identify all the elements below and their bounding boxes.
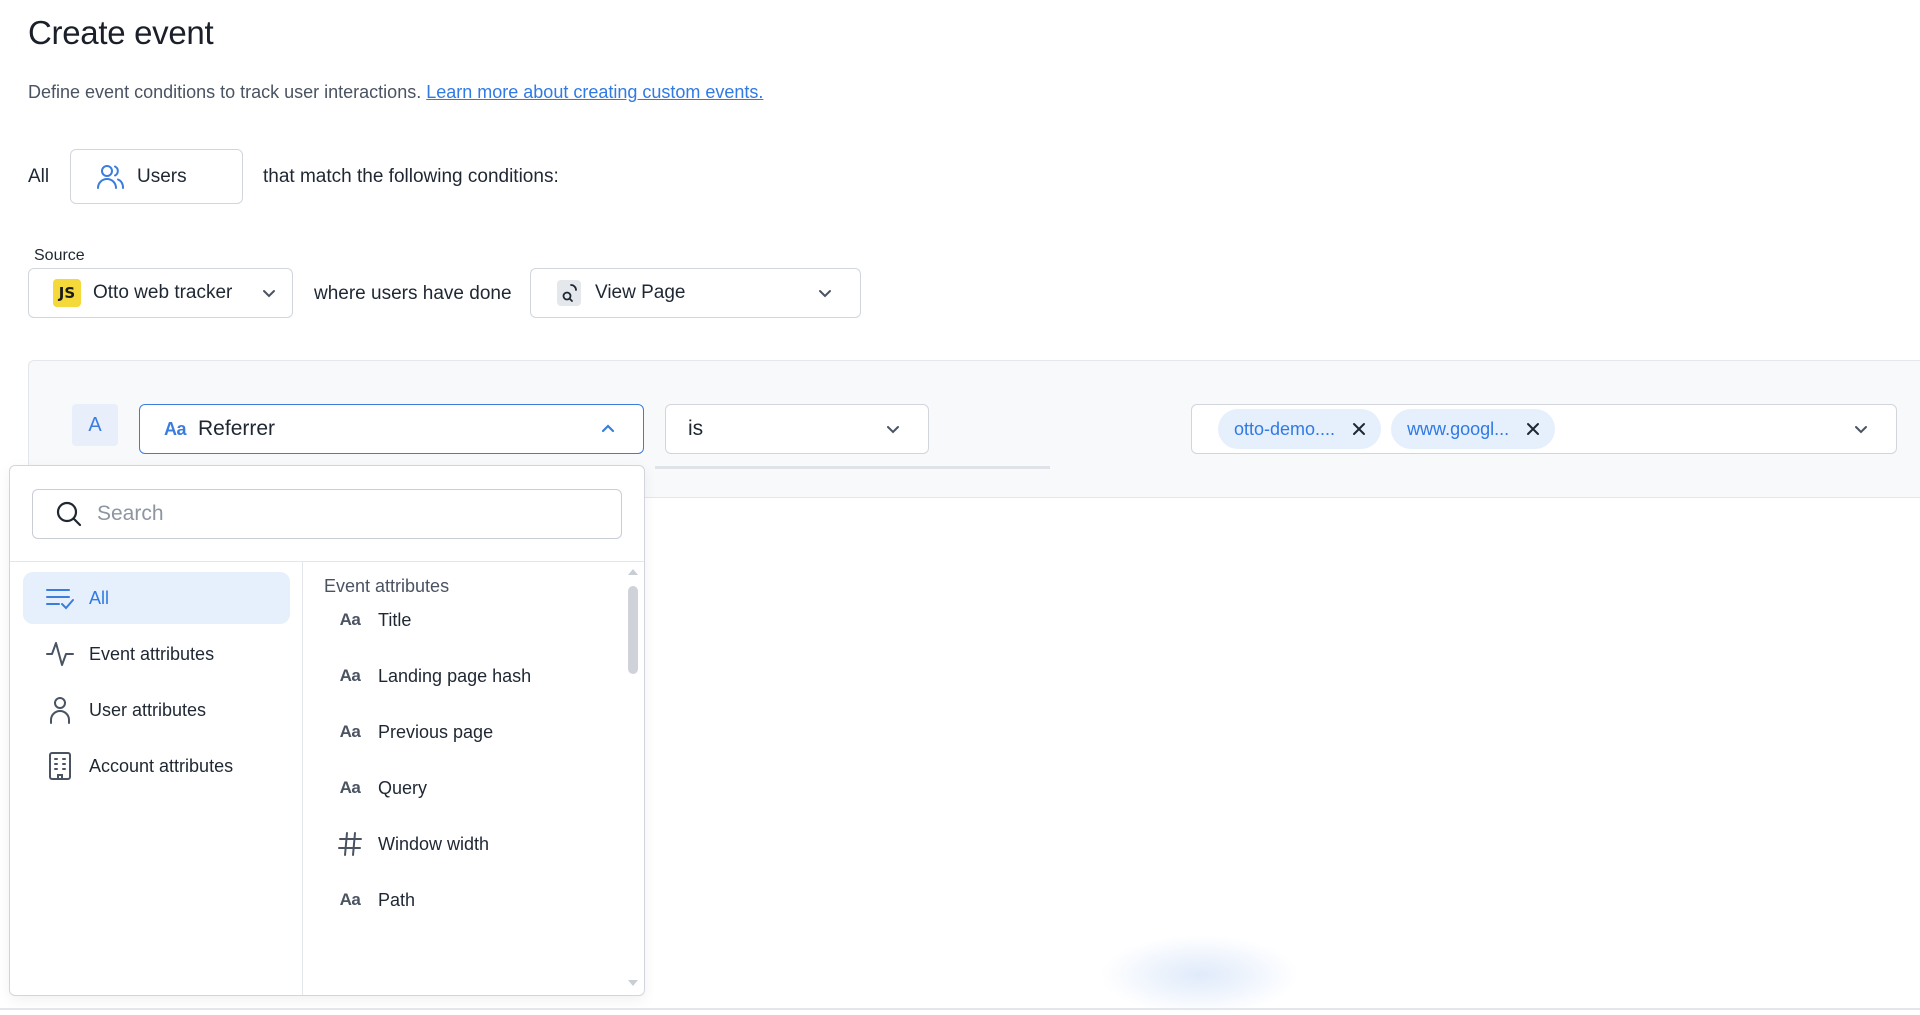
- list-check-icon: [45, 585, 75, 611]
- category-event-attributes[interactable]: Event attributes: [23, 628, 290, 680]
- value-chip: otto-demo....: [1218, 409, 1382, 449]
- dropdown-column-divider: [302, 562, 303, 995]
- learn-more-link[interactable]: Learn more about creating custom events.: [426, 82, 763, 102]
- user-icon: [45, 695, 75, 725]
- category-label: Event attributes: [89, 643, 215, 664]
- activity-icon: [45, 639, 75, 669]
- category-all[interactable]: All: [23, 572, 290, 624]
- scroll-up-icon[interactable]: [628, 569, 638, 575]
- attribute-value: Referrer: [198, 417, 276, 440]
- scrollbar-thumb[interactable]: [628, 586, 638, 674]
- audience-prefix: All: [28, 166, 50, 187]
- category-account-attributes[interactable]: Account attributes: [23, 740, 290, 792]
- category-label: Account attributes: [89, 755, 234, 776]
- source-label: Source: [34, 247, 85, 264]
- chip-label: otto-demo....: [1234, 418, 1336, 439]
- background-glow: [1100, 935, 1300, 1015]
- chevron-up-icon: [599, 420, 617, 438]
- search-icon: [55, 500, 83, 528]
- attribute-item-query[interactable]: Aa Query: [336, 766, 616, 810]
- list-section-header: Event attributes: [324, 576, 450, 596]
- text-type-icon: Aa: [339, 666, 361, 685]
- item-label: Landing page hash: [378, 665, 532, 686]
- item-label: Path: [378, 889, 416, 910]
- event-connector-text: where users have done: [314, 283, 512, 304]
- text-type-icon: Aa: [164, 418, 187, 439]
- close-icon[interactable]: [1351, 421, 1367, 437]
- attribute-item-window-width[interactable]: Window width: [336, 822, 616, 866]
- category-user-attributes[interactable]: User attributes: [23, 684, 290, 736]
- event-select[interactable]: View Page: [530, 268, 861, 318]
- attribute-item-previous-page[interactable]: Aa Previous page: [336, 710, 616, 754]
- attribute-dropdown: All Event attributes User attributes Acc…: [9, 465, 645, 996]
- item-label: Previous page: [378, 721, 494, 742]
- item-label: Query: [378, 777, 428, 798]
- item-label: Title: [378, 609, 412, 630]
- description-text: Define event conditions to track user in…: [28, 82, 422, 102]
- chip-label: www.googl...: [1407, 418, 1510, 439]
- hash-icon: [337, 831, 363, 857]
- chevron-down-icon: [1852, 420, 1870, 438]
- value-multiselect[interactable]: otto-demo.... www.googl...: [1191, 404, 1897, 454]
- js-icon: JS: [53, 279, 81, 307]
- attribute-item-landing-page-hash[interactable]: Aa Landing page hash: [336, 654, 616, 698]
- close-icon[interactable]: [1525, 421, 1541, 437]
- chevron-down-icon: [884, 420, 902, 438]
- text-type-icon: Aa: [339, 610, 361, 629]
- search-box: [32, 489, 622, 539]
- audience-select-button[interactable]: Users: [70, 149, 243, 204]
- attribute-item-path[interactable]: Aa Path: [336, 878, 616, 922]
- chevron-down-icon: [260, 284, 278, 302]
- category-label: User attributes: [89, 699, 207, 720]
- scroll-down-icon[interactable]: [628, 980, 638, 986]
- page-view-icon: [557, 280, 581, 306]
- category-label: All: [89, 587, 110, 608]
- item-label: Window width: [378, 833, 490, 854]
- condition-letter-badge: A: [72, 404, 118, 446]
- dropdown-divider: [10, 561, 644, 562]
- audience-label: Users: [137, 165, 187, 187]
- users-icon: [95, 163, 125, 191]
- event-value: View Page: [595, 282, 686, 303]
- text-type-icon: Aa: [339, 778, 361, 797]
- page-description: Define event conditions to track user in…: [28, 82, 763, 103]
- attribute-item-title[interactable]: Aa Title: [336, 598, 616, 642]
- source-value: Otto web tracker: [93, 282, 233, 303]
- search-input[interactable]: [97, 502, 577, 526]
- text-type-icon: Aa: [339, 890, 361, 909]
- operator-underline: [655, 466, 1050, 469]
- operator-select[interactable]: is: [665, 404, 929, 454]
- bottom-divider: [0, 1008, 1920, 1010]
- text-type-icon: Aa: [339, 722, 361, 741]
- operator-value: is: [688, 417, 704, 440]
- building-icon: [45, 751, 75, 781]
- value-chip: www.googl...: [1391, 409, 1556, 449]
- page-title: Create event: [28, 14, 214, 51]
- attribute-select[interactable]: Aa Referrer: [139, 404, 644, 454]
- audience-suffix: that match the following conditions:: [263, 166, 559, 187]
- source-select[interactable]: JS Otto web tracker: [28, 268, 293, 318]
- chevron-down-icon: [816, 284, 834, 302]
